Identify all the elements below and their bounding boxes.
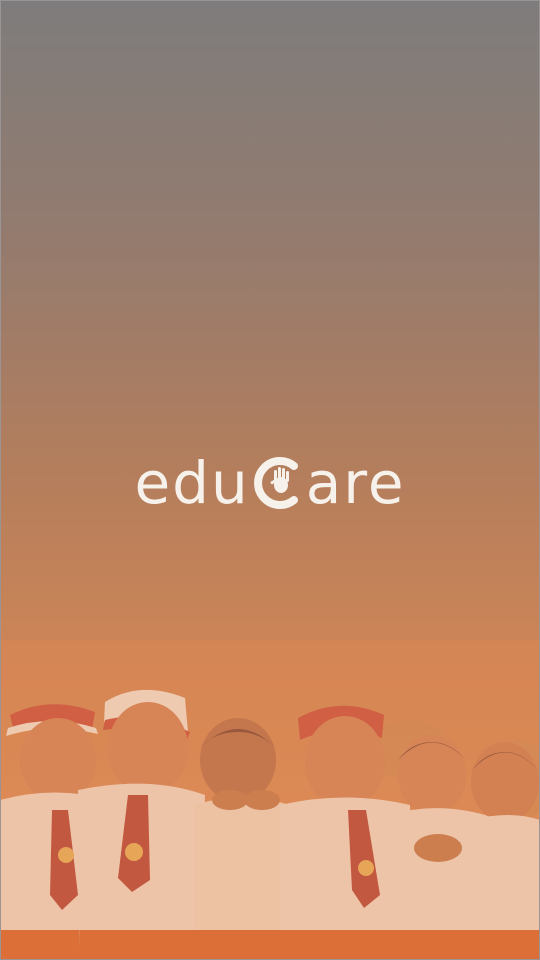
brand-prefix: edu	[134, 449, 250, 517]
children-group-photo	[0, 640, 540, 960]
children-illustration	[0, 640, 540, 960]
brand-wordmark: edu are	[134, 454, 405, 512]
splash-screen: edu are	[0, 0, 540, 960]
brand-suffix: are	[305, 449, 406, 517]
hand-in-c-icon	[253, 454, 304, 512]
brand-logo: edu are	[0, 448, 540, 518]
